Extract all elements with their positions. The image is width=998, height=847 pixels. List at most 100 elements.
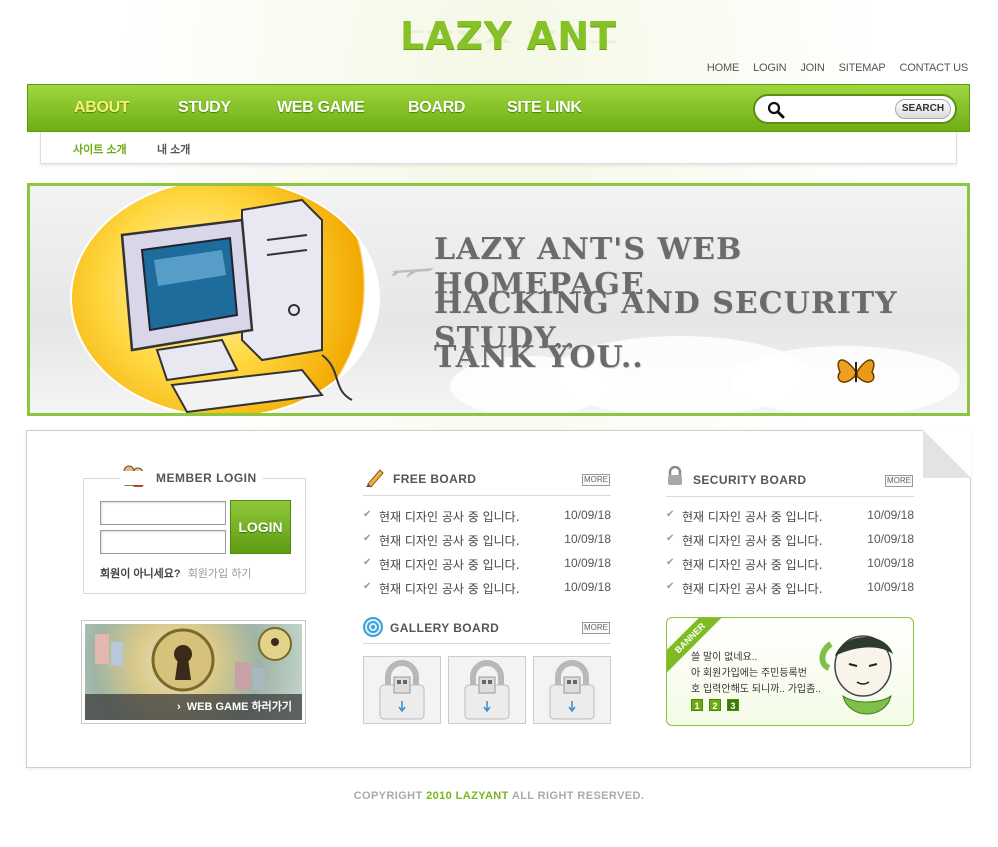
check-icon: ✔	[666, 533, 675, 544]
butterfly-icon	[837, 359, 875, 383]
check-icon: ✔	[666, 509, 675, 520]
post-title[interactable]: 현재 디자인 공사 중 입니다.	[379, 580, 520, 597]
footer: COPYRIGHT 2010 LAZYANT ALL RIGHT RESERVE…	[0, 790, 998, 802]
divider	[363, 643, 611, 644]
check-icon: ✔	[666, 581, 675, 592]
site-logo-reflection: LAZY ANT	[400, 26, 618, 46]
util-link-contact[interactable]: CONTACT US	[900, 62, 969, 74]
post-date: 10/09/18	[867, 508, 914, 522]
free-board-row[interactable]: ✔ 현재 디자인 공사 중 입니다. 10/09/18	[363, 580, 611, 596]
footer-year: 2010	[426, 790, 453, 802]
gallery-thumbnail[interactable]	[533, 656, 611, 724]
airplane-icon	[392, 268, 434, 277]
footer-prefix: COPYRIGHT	[353, 790, 423, 802]
search-icon	[767, 101, 785, 119]
post-date: 10/09/18	[867, 580, 914, 594]
hero-banner: LAZY ANT'S WEB HOMEPAGE. HACKING AND SEC…	[27, 183, 970, 416]
post-date: 10/09/18	[564, 532, 611, 546]
post-title[interactable]: 현재 디자인 공사 중 입니다.	[379, 556, 520, 573]
post-title[interactable]: 현재 디자인 공사 중 입니다.	[682, 556, 823, 573]
login-password-field[interactable]	[100, 530, 226, 554]
side-banner[interactable]: BANNER 쓸 말이 없네요.. 아 회원가입에는 주민등록번 호 입력안해도…	[666, 617, 914, 726]
post-title[interactable]: 현재 디자인 공사 중 입니다.	[682, 508, 823, 525]
util-link-join[interactable]: JOIN	[800, 62, 824, 74]
hero-computer-illustration	[70, 186, 380, 413]
check-icon: ✔	[363, 509, 372, 520]
nav-item-site-link[interactable]: SITE LINK	[507, 99, 582, 117]
web-game-label-text: WEB GAME 하러가기	[186, 701, 292, 713]
security-board-row[interactable]: ✔ 현재 디자인 공사 중 입니다. 10/09/18	[666, 508, 914, 524]
post-date: 10/09/18	[564, 508, 611, 522]
check-icon: ✔	[363, 557, 372, 568]
banner-page-3[interactable]: 3	[727, 699, 739, 711]
sub-nav: 사이트 소개 내 소개	[40, 132, 957, 164]
free-board-row[interactable]: ✔ 현재 디자인 공사 중 입니다. 10/09/18	[363, 508, 611, 524]
signup-note: 회원이 아니세요? 회원가입 하기	[100, 565, 251, 581]
post-title[interactable]: 현재 디자인 공사 중 입니다.	[682, 532, 823, 549]
banner-text-line: 아 회원가입에는 주민등록번	[691, 668, 807, 679]
security-board-more-button[interactable]: MORE	[885, 475, 913, 487]
computer-icon	[120, 198, 353, 413]
post-title[interactable]: 현재 디자인 공사 중 입니다.	[682, 580, 823, 597]
security-board-row[interactable]: ✔ 현재 디자인 공사 중 입니다. 10/09/18	[666, 580, 914, 596]
banner-page-2[interactable]: 2	[709, 699, 721, 711]
check-icon: ✔	[666, 557, 675, 568]
divider	[666, 496, 914, 497]
utility-nav: HOME LOGIN JOIN SITEMAP CONTACT US	[707, 62, 968, 74]
subnav-item-my-intro[interactable]: 내 소개	[157, 141, 190, 157]
page-fold-corner	[923, 430, 971, 478]
gallery-thumbnail[interactable]	[448, 656, 526, 724]
footer-brand: LAZYANT	[455, 790, 509, 802]
free-board-more-button[interactable]: MORE	[582, 474, 610, 486]
post-title[interactable]: 현재 디자인 공사 중 입니다.	[379, 508, 520, 525]
post-title[interactable]: 현재 디자인 공사 중 입니다.	[379, 532, 520, 549]
login-button[interactable]: LOGIN	[230, 500, 291, 554]
member-login-box: MEMBER LOGIN LOGIN 회원이 아니세요? 회원가입 하기	[83, 465, 306, 594]
util-link-sitemap[interactable]: SITEMAP	[839, 62, 886, 74]
security-board-row[interactable]: ✔ 현재 디자인 공사 중 입니다. 10/09/18	[666, 532, 914, 548]
free-board-title: FREE BOARD	[393, 472, 477, 486]
subnav-item-site-intro[interactable]: 사이트 소개	[73, 141, 127, 157]
nav-item-web-game[interactable]: WEB GAME	[277, 99, 365, 117]
free-board-row[interactable]: ✔ 현재 디자인 공사 중 입니다. 10/09/18	[363, 532, 611, 548]
pencil-icon	[366, 469, 384, 488]
gallery-thumbnail[interactable]	[363, 656, 441, 724]
util-link-login[interactable]: LOGIN	[753, 62, 786, 74]
util-link-home[interactable]: HOME	[707, 62, 739, 74]
post-date: 10/09/18	[564, 556, 611, 570]
post-date: 10/09/18	[564, 580, 611, 594]
login-id-field[interactable]	[100, 501, 226, 525]
divider	[363, 495, 611, 496]
chevron-right-icon: ›	[176, 701, 187, 713]
banner-page-1[interactable]: 1	[691, 699, 703, 711]
web-game-banner[interactable]: › WEB GAME 하러가기	[81, 620, 306, 724]
signup-link[interactable]: 회원가입 하기	[188, 568, 252, 580]
check-icon: ✔	[363, 533, 372, 544]
member-login-title: MEMBER LOGIN	[120, 471, 263, 485]
web-game-image: › WEB GAME 하러가기	[85, 624, 302, 720]
security-board-row[interactable]: ✔ 현재 디자인 공사 중 입니다. 10/09/18	[666, 556, 914, 572]
hero-line-3: TANK YOU..	[434, 340, 644, 375]
search-button[interactable]: SEARCH	[895, 99, 951, 119]
nav-item-about[interactable]: ABOUT	[74, 99, 130, 117]
signup-prompt: 회원이 아니세요?	[100, 568, 181, 580]
gallery-board-more-button[interactable]: MORE	[582, 622, 610, 634]
search-box: SEARCH	[753, 94, 957, 124]
padlock-usb-icon	[549, 660, 595, 720]
target-icon	[363, 617, 383, 637]
post-date: 10/09/18	[867, 532, 914, 546]
nav-item-study[interactable]: STUDY	[178, 99, 231, 117]
footer-suffix: ALL RIGHT RESERVED.	[511, 790, 645, 802]
free-board-row[interactable]: ✔ 현재 디자인 공사 중 입니다. 10/09/18	[363, 556, 611, 572]
search-input[interactable]	[791, 100, 891, 120]
security-board-title: SECURITY BOARD	[693, 473, 807, 487]
gallery-board-title: GALLERY BOARD	[390, 621, 500, 635]
padlock-usb-icon	[464, 660, 510, 720]
main-nav: ABOUT STUDY WEB GAME BOARD SITE LINK SEA…	[27, 84, 970, 132]
padlock-usb-icon	[379, 660, 425, 720]
nav-item-board[interactable]: BOARD	[408, 99, 465, 117]
post-date: 10/09/18	[867, 556, 914, 570]
lock-icon	[668, 466, 682, 485]
banner-text-line: 호 입력안해도 되니까.. 가입좀..	[691, 684, 821, 695]
cartoon-character-illustration	[819, 635, 893, 715]
